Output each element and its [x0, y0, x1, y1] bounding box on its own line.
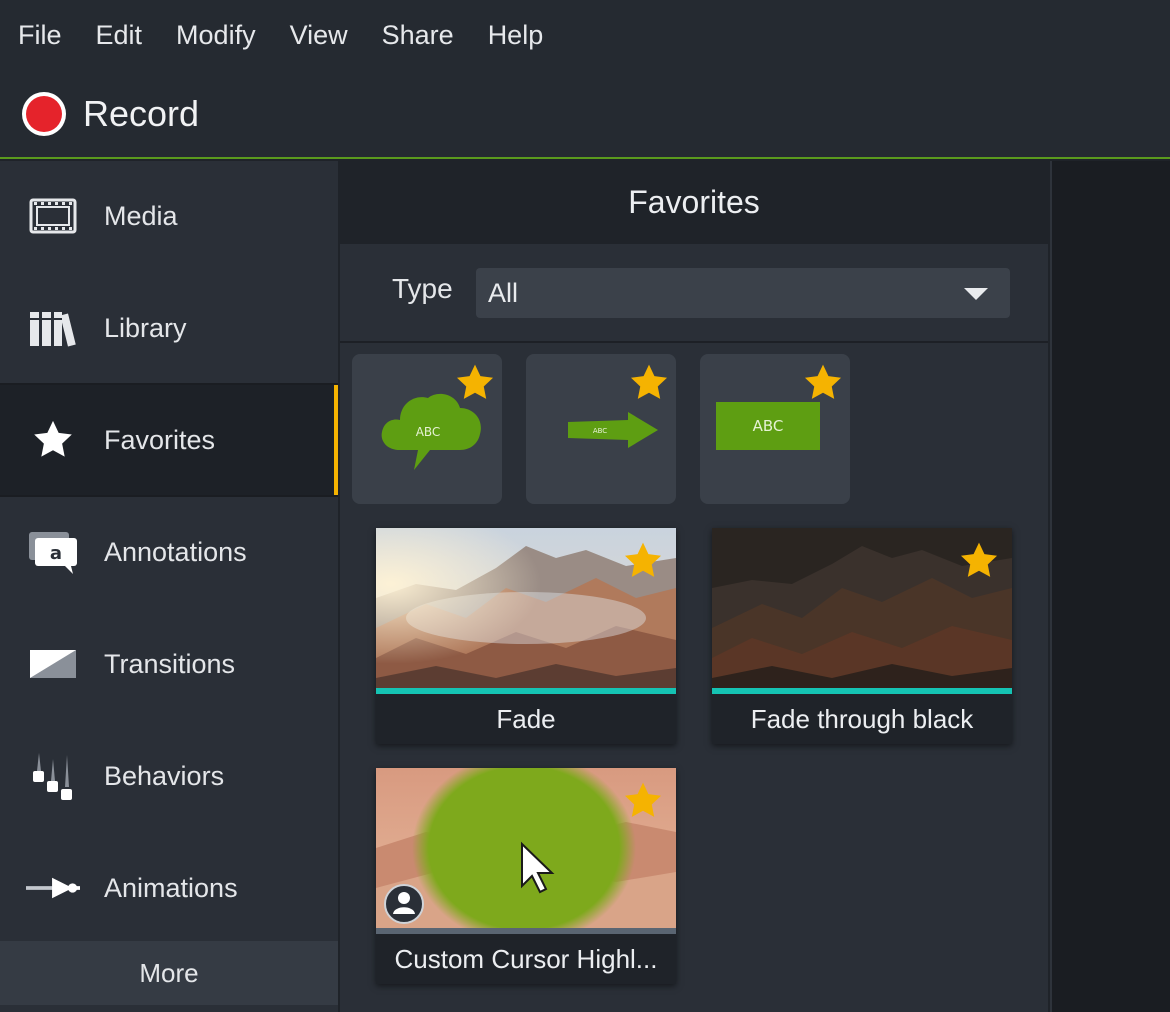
- arrow-callout-icon: ABC: [568, 412, 658, 448]
- card-label: Custom Cursor Highl...: [394, 943, 658, 974]
- arrow-callout-tile[interactable]: ABC: [526, 354, 676, 504]
- sidebar-item-label: Library: [104, 312, 187, 343]
- favorite-star-icon[interactable]: [454, 362, 496, 404]
- panel-title: Favorites: [340, 161, 1048, 244]
- fade-through-black-card[interactable]: Fade through black: [712, 528, 1012, 744]
- fade-thumbnail: [376, 528, 676, 688]
- type-filter-select[interactable]: All: [476, 268, 1010, 318]
- favorite-star-icon[interactable]: [622, 540, 664, 582]
- sidebar-item-label: Transitions: [104, 648, 236, 679]
- menu-edit[interactable]: Edit: [96, 0, 143, 70]
- card-label: Fade: [496, 703, 556, 734]
- tools-sidebar: Media Library Favorites a Annotations Tr…: [0, 161, 338, 1012]
- favorite-star-icon[interactable]: [622, 780, 664, 822]
- record-bar: Record: [0, 70, 1170, 159]
- sidebar-item-label: Media: [104, 200, 178, 231]
- menu-help[interactable]: Help: [488, 0, 544, 70]
- canvas-area[interactable]: [1050, 161, 1170, 1012]
- sidebar-item-annotations[interactable]: a Annotations: [0, 497, 338, 607]
- cloud-callout-tile[interactable]: ABC: [352, 354, 502, 504]
- favorites-panel: Favorites Type All ABC ABC ABC Fade Fade…: [340, 161, 1048, 1012]
- callout-text: ABC: [593, 427, 607, 435]
- callout-icon: a: [26, 529, 80, 575]
- animation-arrow-icon: [26, 865, 80, 911]
- fade-transition-card[interactable]: Fade: [376, 528, 676, 744]
- more-button[interactable]: More: [0, 941, 338, 1005]
- menu-file[interactable]: File: [18, 0, 62, 70]
- transition-icon: [26, 641, 80, 687]
- sidebar-item-transitions[interactable]: Transitions: [0, 609, 338, 719]
- sidebar-item-behaviors[interactable]: Behaviors: [0, 721, 338, 831]
- sidebar-item-media[interactable]: Media: [0, 161, 338, 271]
- record-icon: [22, 91, 66, 136]
- record-button[interactable]: Record: [22, 91, 200, 136]
- menu-bar: File Edit Modify View Share Help: [0, 0, 1170, 70]
- menu-view[interactable]: View: [290, 0, 348, 70]
- books-icon: [26, 305, 80, 351]
- sidebar-item-animations[interactable]: Animations: [0, 833, 338, 943]
- menu-share[interactable]: Share: [382, 0, 454, 70]
- type-filter-value: All: [488, 277, 519, 308]
- rectangle-callout-icon: ABC: [716, 402, 820, 450]
- record-label: Record: [83, 92, 200, 134]
- chevron-down-icon: [964, 288, 988, 300]
- favorite-star-icon[interactable]: [802, 362, 844, 404]
- menu-modify[interactable]: Modify: [176, 0, 256, 70]
- sidebar-item-label: Annotations: [104, 536, 247, 567]
- callout-text: ABC: [416, 425, 441, 439]
- film-icon: [26, 193, 80, 239]
- rectangle-callout-tile[interactable]: ABC: [700, 354, 850, 504]
- sidebar-item-label: Behaviors: [104, 760, 225, 791]
- sidebar-item-label: Favorites: [104, 424, 216, 455]
- sidebar-item-favorites[interactable]: Favorites: [0, 385, 338, 495]
- fade-through-black-thumbnail: [712, 528, 1012, 688]
- sidebar-item-label: Animations: [104, 872, 238, 903]
- panel-divider: [340, 341, 1048, 343]
- favorite-star-icon[interactable]: [628, 362, 670, 404]
- sidebar-item-library[interactable]: Library: [0, 273, 338, 383]
- callout-text: ABC: [753, 417, 784, 435]
- favorite-star-icon[interactable]: [958, 540, 1000, 582]
- star-icon: [26, 417, 80, 463]
- behaviors-icon: [26, 753, 80, 800]
- card-label: Fade through black: [750, 703, 974, 734]
- custom-cursor-highlight-card[interactable]: Custom Cursor Highl...: [376, 768, 676, 984]
- svg-text:a: a: [50, 543, 62, 564]
- cursor-highlight-thumbnail: [376, 768, 676, 928]
- type-filter-label: Type: [392, 273, 453, 304]
